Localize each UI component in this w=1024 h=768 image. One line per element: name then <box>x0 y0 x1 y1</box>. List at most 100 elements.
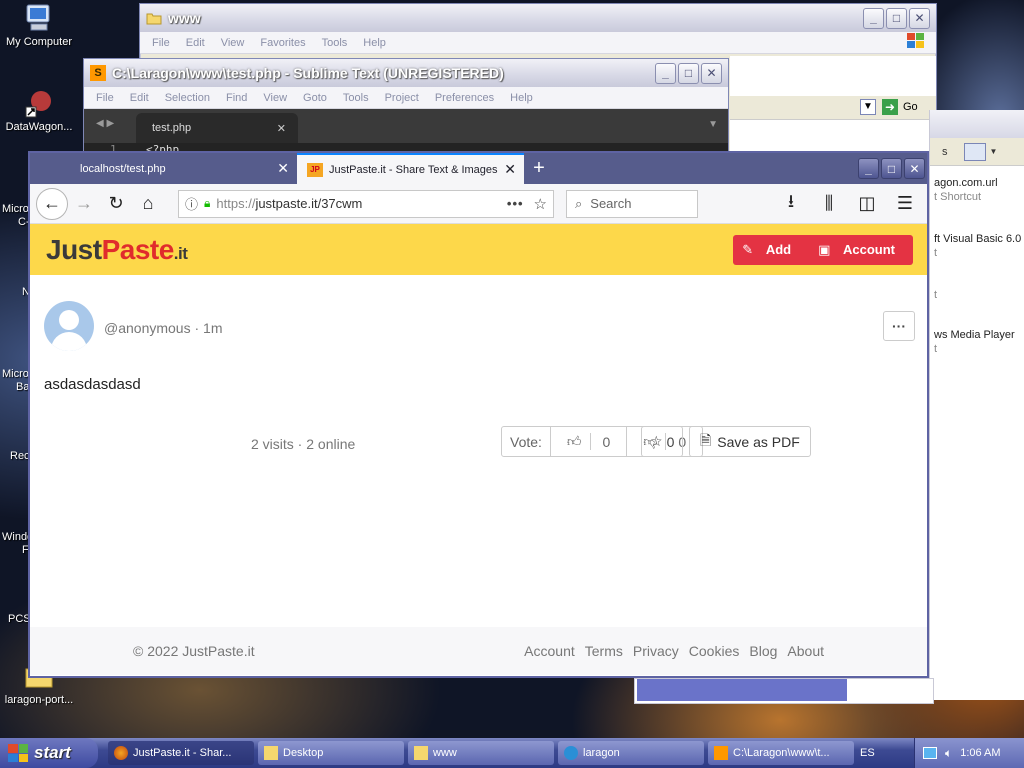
footer-link-blog[interactable]: Blog <box>749 643 777 659</box>
close-button[interactable]: ✕ <box>701 62 722 84</box>
close-button[interactable]: ✕ <box>904 158 925 179</box>
new-tab-button[interactable]: + <box>524 153 554 184</box>
tab-localhost[interactable]: localhost/test.php ✕ <box>70 153 297 184</box>
justpaste-logo[interactable]: JustPaste.it <box>46 234 188 266</box>
favorite-button[interactable]: ☆ 0 <box>641 426 684 457</box>
start-button[interactable]: start <box>0 738 98 768</box>
menu-edit[interactable]: Edit <box>178 37 213 49</box>
author-name[interactable]: @anonymous <box>104 320 191 336</box>
add-button[interactable]: ✎ Add <box>733 235 809 265</box>
shortcut-icon <box>25 91 51 118</box>
sublime-titlebar[interactable]: S C:\Laragon\www\test.php - Sublime Text… <box>84 59 728 87</box>
justpaste-favicon-icon: JP <box>307 162 323 177</box>
menu-tools[interactable]: Tools <box>314 37 356 49</box>
taskbar-item-desktop[interactable]: Desktop <box>258 741 404 765</box>
folder-icon <box>414 746 428 760</box>
close-icon[interactable]: ✕ <box>277 160 289 177</box>
footer-link-account[interactable]: Account <box>524 643 575 659</box>
footer-link-cookies[interactable]: Cookies <box>689 643 740 659</box>
menu-help[interactable]: Help <box>355 37 394 49</box>
laragon-icon <box>564 746 578 760</box>
menu-file[interactable]: File <box>88 92 122 104</box>
url-text[interactable]: https://justpaste.it/37cwm <box>216 196 506 211</box>
desktop-label-clipped: Micro <box>2 203 29 215</box>
list-item[interactable]: agon.com.url <box>934 176 1024 190</box>
url-bar[interactable]: ⓘ 🔒︎ https://justpaste.it/37cwm ••• ☆ <box>178 189 554 218</box>
views-icon[interactable] <box>963 142 986 161</box>
home-button[interactable]: ⌂ <box>132 188 164 220</box>
hamburger-menu-icon[interactable]: ☰ <box>889 188 921 220</box>
menu-tools[interactable]: Tools <box>335 92 377 104</box>
file-list: agon.com.url t Shortcut ft Visual Basic … <box>930 166 1024 356</box>
upvote-button[interactable]: 👍︎ 0 <box>551 427 628 456</box>
maximize-button[interactable]: □ <box>886 7 907 29</box>
forward-button[interactable]: → <box>68 188 100 220</box>
explorer-titlebar[interactable]: www _ □ ✕ <box>140 4 936 32</box>
close-icon[interactable]: ✕ <box>277 122 286 135</box>
list-item-type: t <box>934 247 938 259</box>
menu-view[interactable]: View <box>213 37 253 49</box>
taskbar-item-www[interactable]: www <box>408 741 554 765</box>
desktop-icon-my-computer[interactable]: My Computer <box>0 2 78 48</box>
menu-selection[interactable]: Selection <box>157 92 218 104</box>
taskbar-item-sublime[interactable]: C:\Laragon\www\t... <box>708 741 854 765</box>
avatar[interactable] <box>44 301 94 351</box>
footer-link-privacy[interactable]: Privacy <box>633 643 679 659</box>
page-actions-icon[interactable]: ••• <box>507 196 524 211</box>
footer-link-about[interactable]: About <box>787 643 824 659</box>
minimize-button[interactable]: _ <box>863 7 884 29</box>
language-indicator[interactable]: ES <box>860 747 875 759</box>
go-arrow-icon[interactable]: ➜ <box>882 99 898 115</box>
search-icon: ⌕ <box>575 195 583 211</box>
minimize-button[interactable]: _ <box>858 158 879 179</box>
list-item[interactable]: ws Media Player <box>934 328 1024 342</box>
menu-edit[interactable]: Edit <box>122 92 157 104</box>
speaker-icon[interactable]: 🔈︎ <box>945 746 952 761</box>
menu-favorites[interactable]: Favorites <box>252 37 313 49</box>
tab-nav-arrows-icon[interactable]: ◀ ▶ <box>96 118 114 129</box>
author-line: @anonymous · 1m <box>104 320 223 336</box>
menu-file[interactable]: File <box>144 37 178 49</box>
maximize-button[interactable]: □ <box>881 158 902 179</box>
menu-find[interactable]: Find <box>218 92 255 104</box>
tab-menu-icon[interactable]: ▼ <box>708 119 718 130</box>
explorer-right-pane: s ▼ agon.com.url t Shortcut ft Visual Ba… <box>929 110 1024 700</box>
footer-link-terms[interactable]: Terms <box>585 643 623 659</box>
bookmark-star-icon[interactable]: ☆ <box>534 195 547 213</box>
menu-goto[interactable]: Goto <box>295 92 335 104</box>
close-icon[interactable]: ✕ <box>504 161 516 178</box>
tab-justpaste[interactable]: JP JustPaste.it - Share Text & Images ✕ <box>297 153 524 184</box>
go-button[interactable]: Go <box>903 101 918 113</box>
dropdown-arrow-icon[interactable]: ▼ <box>860 99 876 115</box>
info-icon[interactable]: ⓘ <box>185 194 198 213</box>
sidebar-icon[interactable]: ◫ <box>851 188 883 220</box>
library-icon[interactable]: ⫼ <box>813 188 845 220</box>
menu-project[interactable]: Project <box>377 92 427 104</box>
list-item[interactable]: ft Visual Basic 6.0 <box>934 232 1024 246</box>
close-button[interactable]: ✕ <box>909 7 930 29</box>
back-button[interactable]: ← <box>36 187 68 220</box>
menu-help[interactable]: Help <box>502 92 541 104</box>
taskbar-item-firefox[interactable]: JustPaste.it - Shar... <box>108 741 254 765</box>
search-input[interactable]: ⌕ Search <box>566 189 698 218</box>
menu-preferences[interactable]: Preferences <box>427 92 502 104</box>
desktop-icon-datawagon[interactable]: DataWagon... <box>0 87 78 133</box>
download-icon[interactable]: ⭳ <box>775 188 807 220</box>
desktop-label-clipped: Micro <box>2 368 29 380</box>
network-icon[interactable] <box>923 747 937 759</box>
clock[interactable]: 1:06 AM <box>960 747 1000 759</box>
minimize-button[interactable]: _ <box>655 62 676 84</box>
reload-button[interactable]: ↻ <box>100 188 132 220</box>
explorer-toolbar: s ▼ <box>930 138 1024 166</box>
more-options-button[interactable]: ··· <box>883 311 915 341</box>
sublime-window[interactable]: S C:\Laragon\www\test.php - Sublime Text… <box>83 58 729 158</box>
save-as-pdf-button[interactable]: 🗎 Save as PDF <box>689 426 811 457</box>
tab-test-php[interactable]: test.php ✕ <box>136 113 298 143</box>
account-button[interactable]: ▣ Account <box>809 235 913 265</box>
chevron-down-icon[interactable]: ▼ <box>990 147 998 156</box>
maximize-button[interactable]: □ <box>678 62 699 84</box>
tab-bar: localhost/test.php ✕ JP JustPaste.it - S… <box>30 153 927 184</box>
menu-view[interactable]: View <box>255 92 295 104</box>
firefox-window[interactable]: localhost/test.php ✕ JP JustPaste.it - S… <box>28 151 929 678</box>
taskbar-item-laragon[interactable]: laragon <box>558 741 704 765</box>
